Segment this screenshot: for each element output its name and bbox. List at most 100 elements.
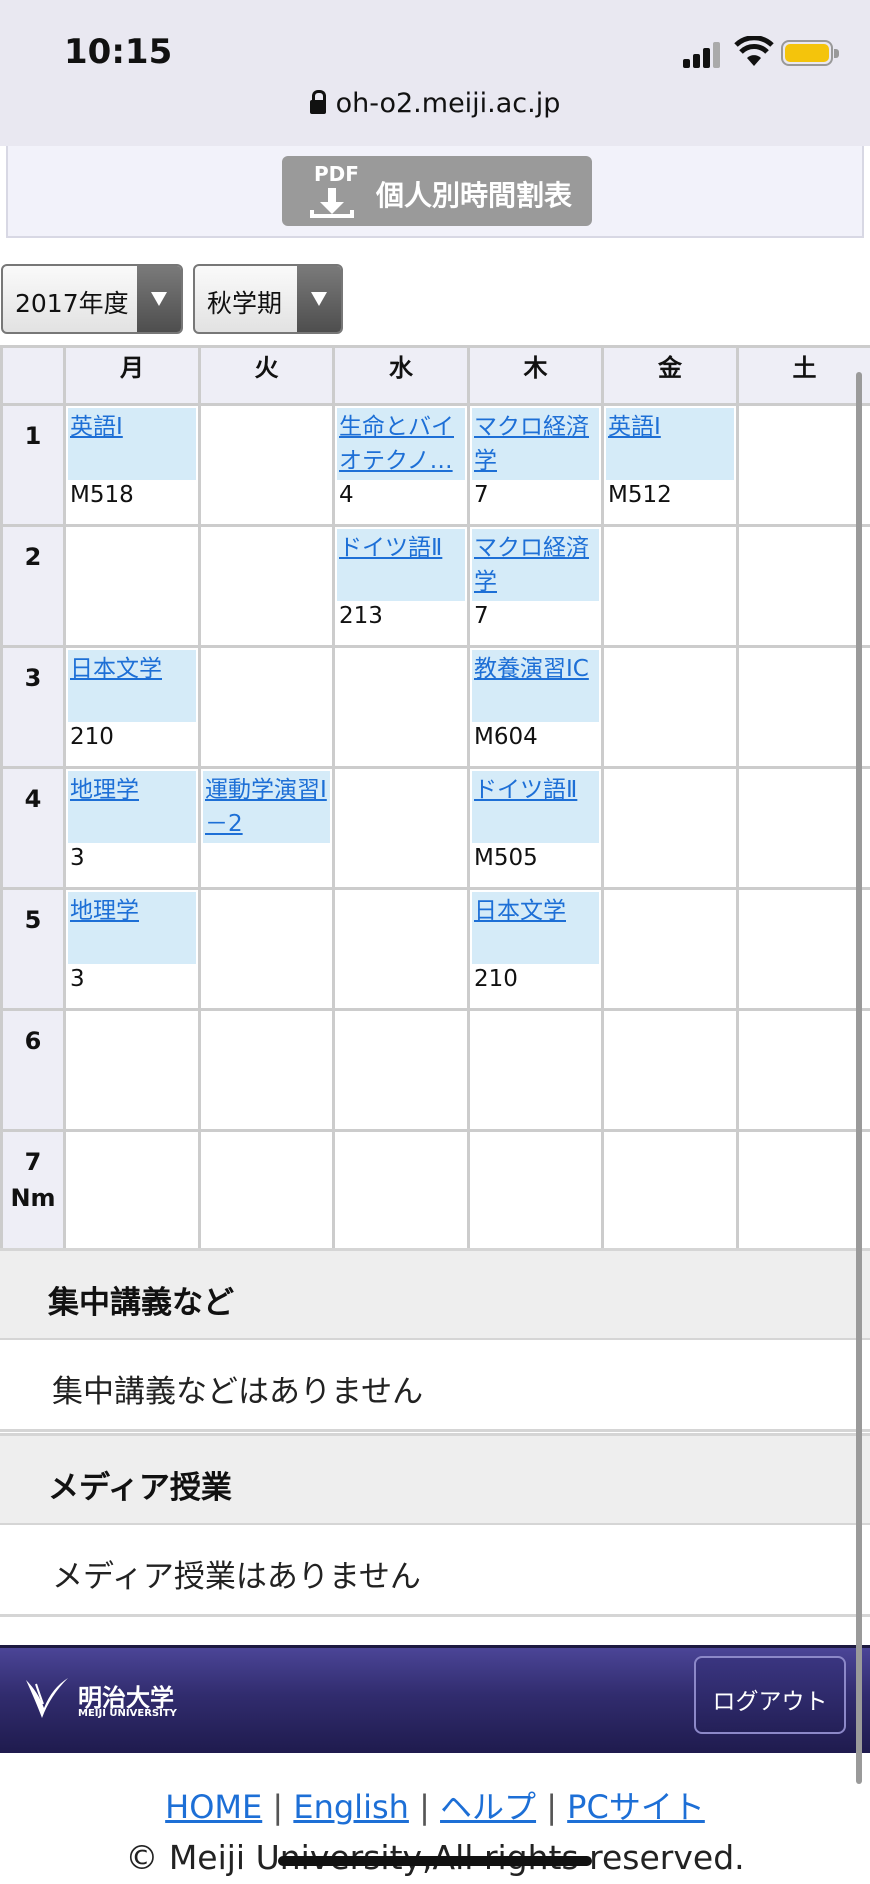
timetable-cell: [736, 645, 870, 769]
english-link[interactable]: English: [293, 1788, 409, 1826]
timetable-cell: [332, 645, 470, 769]
timetable-cell: 英語Ⅰ M512: [601, 403, 739, 527]
meiji-emblem-icon: [26, 1678, 68, 1718]
help-link[interactable]: ヘルプ: [440, 1788, 536, 1826]
personal-timetable-pdf-button[interactable]: PDF 個人別時間割表: [282, 156, 592, 226]
timetable-cell: 生命とバイオテクノ… 4: [332, 403, 470, 527]
room-label: 210: [474, 966, 518, 992]
period-row: 4 地理学 3 運動学演習Ⅰ－2 ドイツ語Ⅱ M505: [0, 766, 870, 890]
logout-button[interactable]: ログアウト: [694, 1656, 846, 1734]
period-header: 2: [0, 524, 66, 648]
room-label: 3: [70, 845, 85, 871]
year-select-value: 2017年度: [15, 289, 129, 318]
timetable-cell: [198, 645, 335, 769]
course-link[interactable]: 生命とバイオテクノ…: [339, 414, 454, 474]
timetable-cell: [63, 1129, 201, 1253]
home-link[interactable]: HOME: [165, 1788, 262, 1826]
browser-status-bar: 10:15 oh-o2.meiji.ac.jp: [0, 0, 870, 146]
timetable-cell: [736, 1129, 870, 1253]
course-link[interactable]: 地理学: [70, 777, 139, 803]
timetable-cell: [332, 1129, 470, 1253]
clock: 10:15: [64, 32, 173, 72]
room-label: 4: [339, 482, 354, 508]
period-header: 7 Nm: [0, 1129, 66, 1253]
year-select[interactable]: 2017年度: [1, 264, 183, 334]
timetable-cell: 英語Ⅰ M518: [63, 403, 201, 527]
room-label: 3: [70, 966, 85, 992]
pdf-icon-label: PDF: [314, 162, 359, 186]
timetable-cell: [601, 887, 739, 1011]
course-box: マクロ経済学: [472, 529, 599, 601]
period-header: 1: [0, 403, 66, 527]
address-bar[interactable]: oh-o2.meiji.ac.jp: [0, 88, 870, 119]
course-link[interactable]: 英語Ⅰ: [608, 414, 661, 440]
course-link[interactable]: 日本文学: [474, 898, 566, 924]
timetable-cell: [736, 766, 870, 890]
course-link[interactable]: マクロ経済学: [474, 414, 589, 474]
period-number: 3: [24, 664, 42, 692]
period-row: 1 英語Ⅰ M518 生命とバイオテクノ… 4 マクロ経済学 7 英語Ⅰ M512: [0, 403, 870, 527]
room-label: 7: [474, 482, 489, 508]
course-link[interactable]: 英語Ⅰ: [70, 414, 123, 440]
footer-links: HOME | English | ヘルプ | PCサイト: [0, 1782, 870, 1828]
course-box: 運動学演習Ⅰ－2: [203, 771, 330, 843]
pc-site-link[interactable]: PCサイト: [567, 1788, 705, 1826]
day-header: 水: [332, 345, 470, 406]
timetable-cell: [198, 524, 335, 648]
course-box: 英語Ⅰ: [606, 408, 734, 480]
period-row: 7 Nm: [0, 1129, 870, 1253]
intensive-section-message: 集中講義などはありません: [0, 1340, 870, 1432]
timetable-cell: [736, 887, 870, 1011]
period-number: 4: [24, 785, 42, 813]
pdf-panel: PDF 個人別時間割表: [6, 146, 864, 238]
term-select-value: 秋学期: [207, 289, 283, 318]
course-link[interactable]: 地理学: [70, 898, 139, 924]
timetable-cell: [332, 887, 470, 1011]
timetable-cell: [736, 1008, 870, 1132]
course-box: 生命とバイオテクノ…: [337, 408, 465, 480]
period-number: 7: [24, 1148, 42, 1176]
timetable-cell: ドイツ語Ⅱ M505: [467, 766, 604, 890]
course-box: 英語Ⅰ: [68, 408, 196, 480]
course-box: マクロ経済学: [472, 408, 599, 480]
timetable-cell: [198, 1129, 335, 1253]
timetable-cell: [601, 645, 739, 769]
scrollbar[interactable]: [856, 372, 862, 1784]
course-link[interactable]: 教養演習ⅠC: [474, 656, 589, 682]
day-header: 土: [736, 345, 870, 406]
timetable-cell: [601, 766, 739, 890]
timetable-cell: [198, 403, 335, 527]
period-number: 6: [24, 1027, 42, 1055]
room-label: M518: [70, 482, 134, 508]
corner-cell: [0, 345, 66, 406]
course-box: 地理学: [68, 892, 196, 964]
timetable-cell: [601, 1129, 739, 1253]
period-row: 6: [0, 1008, 870, 1132]
media-section-title: メディア授業: [0, 1433, 870, 1525]
period-header: 5: [0, 887, 66, 1011]
chevron-down-icon: [137, 266, 181, 332]
cellular-signal-icon: [683, 40, 723, 68]
course-link[interactable]: マクロ経済学: [474, 535, 589, 595]
course-link[interactable]: 日本文学: [70, 656, 162, 682]
url-text: oh-o2.meiji.ac.jp: [335, 88, 561, 119]
timetable-cell: 教養演習ⅠC M604: [467, 645, 604, 769]
course-box: 日本文学: [472, 892, 599, 964]
course-link[interactable]: 運動学演習Ⅰ－2: [205, 777, 327, 837]
timetable-cell: [198, 1008, 335, 1132]
room-label: [201, 843, 332, 847]
course-box: ドイツ語Ⅱ: [472, 771, 599, 843]
link-separator: |: [546, 1788, 557, 1826]
period-number: 2: [24, 543, 42, 571]
timetable-cell: 日本文学 210: [467, 887, 604, 1011]
logo-text-en: MEIJI UNIVERSITY: [78, 1708, 177, 1719]
term-select[interactable]: 秋学期: [193, 264, 343, 334]
timetable: 月 火 水 木 金 土 1 英語Ⅰ M518 生命とバイオテクノ… 4 マクロ経済学 7 英語…: [0, 345, 870, 1253]
period-row: 3 日本文学 210 教養演習ⅠC M604: [0, 645, 870, 769]
period-sub-label: Nm: [10, 1184, 56, 1212]
room-label: 7: [474, 603, 489, 629]
timetable-cell: 運動学演習Ⅰ－2: [198, 766, 335, 890]
course-link[interactable]: ドイツ語Ⅱ: [339, 535, 442, 561]
course-link[interactable]: ドイツ語Ⅱ: [474, 777, 577, 803]
timetable-cell: 地理学 3: [63, 766, 201, 890]
